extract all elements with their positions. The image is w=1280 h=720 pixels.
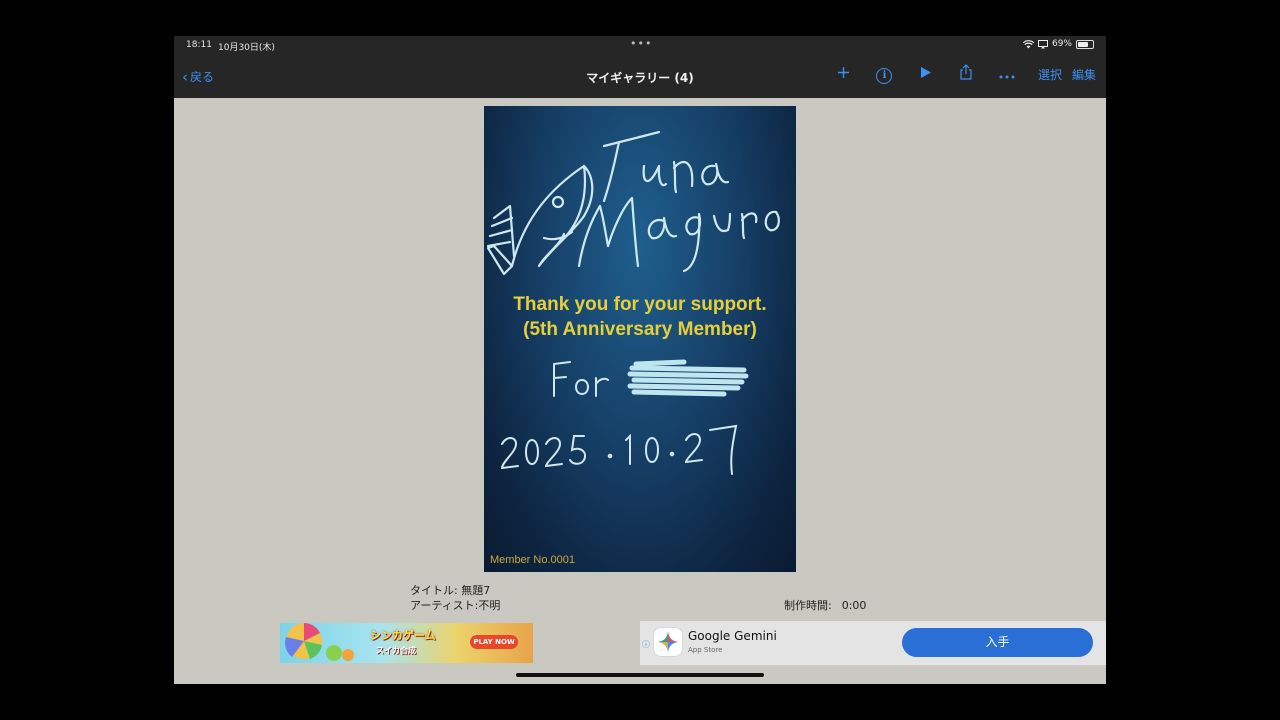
navigation-bar: ‹ 戻る マイギャラリー (4) i 選択 編集 xyxy=(174,56,1106,98)
ipad-screen: 18:11 10月30日(木) ••• 69% ‹ 戻る マイギャラリー (4) xyxy=(174,36,1106,684)
edit-button[interactable]: 編集 xyxy=(1072,66,1096,83)
ad-game-subtitle: スイカ合成 xyxy=(376,646,416,655)
ad-store-label: App Store xyxy=(688,646,723,654)
chevron-left-icon: ‹ xyxy=(182,67,188,86)
back-button[interactable]: ‹ 戻る xyxy=(182,68,214,85)
ad-game-title: シンカゲーム xyxy=(370,629,436,642)
ad-info-icon[interactable]: ⓘ xyxy=(642,639,650,650)
creation-time-value: 0:00 xyxy=(841,599,867,612)
app-ad-banner[interactable]: ⓘ Google Gemini App Store 入手 xyxy=(640,621,1106,665)
get-app-button[interactable]: 入手 xyxy=(902,628,1093,657)
thanks-line-1: Thank you for your support. xyxy=(513,294,767,315)
gemini-app-icon xyxy=(654,628,682,656)
artwork-title: タイトル: 無題7 xyxy=(410,584,491,597)
ad-app-name: Google Gemini xyxy=(688,629,777,643)
share-icon[interactable] xyxy=(946,64,987,84)
battery-icon xyxy=(1076,39,1094,49)
creation-time-label: 制作時間: xyxy=(784,599,832,612)
game-ad-banner[interactable]: シンカゲーム スイカ合成 PLAY NOW xyxy=(280,623,533,663)
member-number: Member No.0001 xyxy=(490,554,575,566)
status-date: 10月30日(木) xyxy=(218,43,275,53)
more-icon[interactable] xyxy=(987,65,1028,83)
plus-icon[interactable] xyxy=(823,65,864,83)
thanks-line-2: (5th Anniversary Member) xyxy=(523,319,757,340)
status-right: 69% xyxy=(1022,39,1094,49)
ad-pinwheel-graphic xyxy=(285,623,354,661)
artwork-thanks-text: Thank you for your support. (5th Anniver… xyxy=(484,292,796,342)
artwork-image[interactable]: Thank you for your support. (5th Anniver… xyxy=(484,106,796,572)
artwork-artist: アーティスト:不明 xyxy=(410,599,501,612)
status-time: 18:11 xyxy=(186,40,212,50)
home-indicator[interactable] xyxy=(516,673,764,677)
multitasking-dots[interactable]: ••• xyxy=(630,37,652,50)
redacted-name-scribble xyxy=(627,359,749,397)
status-bar: 18:11 10月30日(木) ••• 69% xyxy=(174,36,1106,56)
battery-percent: 69% xyxy=(1051,39,1072,49)
screen-mirror-icon xyxy=(1037,39,1048,48)
play-icon[interactable] xyxy=(905,65,946,83)
back-label: 戻る xyxy=(190,70,215,84)
wifi-icon xyxy=(1022,39,1034,48)
nav-actions: i 選択 編集 xyxy=(823,64,1096,84)
select-button[interactable]: 選択 xyxy=(1038,66,1062,83)
ad-play-now-button[interactable]: PLAY NOW xyxy=(470,635,518,649)
creation-time: 制作時間: 0:00 xyxy=(784,597,866,613)
info-icon[interactable]: i xyxy=(864,64,905,84)
